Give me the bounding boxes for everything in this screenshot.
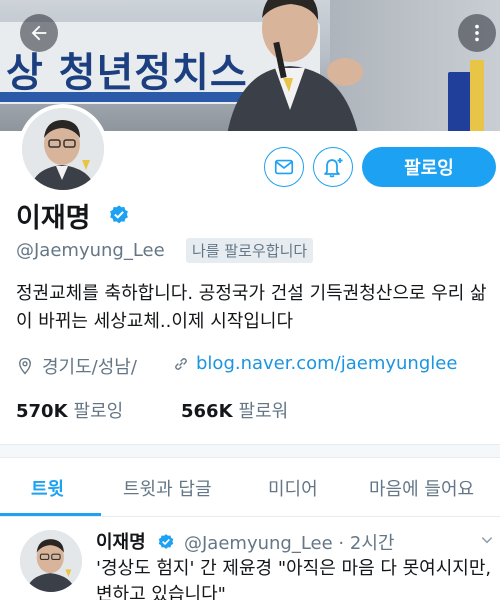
profile-tabs: 트윗 트윗과 답글 미디어 마음에 들어요 (0, 460, 500, 516)
followers-count: 566K (181, 401, 233, 422)
tabs-divider (0, 516, 500, 517)
tab-media[interactable]: 미디어 (268, 460, 318, 516)
avatar-photo (22, 108, 104, 190)
following-stat[interactable]: 570K 팔로잉 (16, 397, 123, 423)
tweet-text: '경상도 험지' 간 제윤경 "아직은 마음 다 못여시지만, 변하고 있습니다… (96, 558, 492, 600)
bell-plus-icon (324, 158, 343, 178)
chevron-down-icon[interactable] (480, 533, 494, 547)
more-vertical-icon (475, 24, 479, 42)
tab-tweets-replies[interactable]: 트윗과 답글 (123, 460, 212, 516)
link-icon (175, 357, 187, 370)
followers-stat[interactable]: 566K 팔로워 (181, 397, 288, 423)
follows-you-badge: 나를 팔로우합니다 (186, 238, 314, 263)
following-button[interactable]: 팔로잉 (362, 147, 496, 187)
profile-name: 이재명 (16, 203, 91, 234)
message-button[interactable] (264, 147, 304, 187)
tweet-verified-icon (158, 534, 174, 549)
verified-badge-icon (110, 205, 128, 224)
arrow-left-icon (31, 25, 47, 41)
following-label: 팔로잉 (73, 401, 124, 422)
tweet-handle-time: @Jaemyung_Lee · 2시간 (184, 533, 395, 554)
profile-location: 경기도/성남/ (16, 353, 137, 379)
location-pin-icon (19, 357, 31, 375)
following-count: 570K (16, 401, 68, 422)
tab-tweets[interactable]: 트윗 (31, 460, 64, 516)
tweet-author-name[interactable]: 이재명 (96, 528, 146, 554)
tab-likes[interactable]: 마음에 들어요 (369, 460, 474, 516)
profile-avatar[interactable] (18, 104, 108, 194)
profile-website[interactable]: blog.naver.com/jaemyunglee (172, 353, 457, 374)
banner-flag-yellow (470, 60, 484, 131)
back-button[interactable] (20, 14, 58, 52)
banner-person-photo (227, 0, 363, 131)
envelope-icon (274, 159, 294, 175)
followers-label: 팔로워 (238, 401, 289, 422)
tweet-avatar-photo (20, 530, 82, 592)
tweet-avatar[interactable] (20, 530, 82, 592)
profile-handle: @Jaemyung_Lee (16, 240, 165, 261)
profile-bio: 정권교체를 축하합니다. 공정국가 건설 기득권청산으로 우리 삶이 바뀌는 세… (16, 283, 487, 332)
location-text: 경기도/성남/ (42, 357, 137, 378)
more-options-button[interactable] (458, 14, 496, 52)
section-divider (0, 444, 500, 458)
website-link[interactable]: blog.naver.com/jaemyunglee (196, 353, 457, 374)
notifications-button[interactable] (313, 147, 353, 187)
